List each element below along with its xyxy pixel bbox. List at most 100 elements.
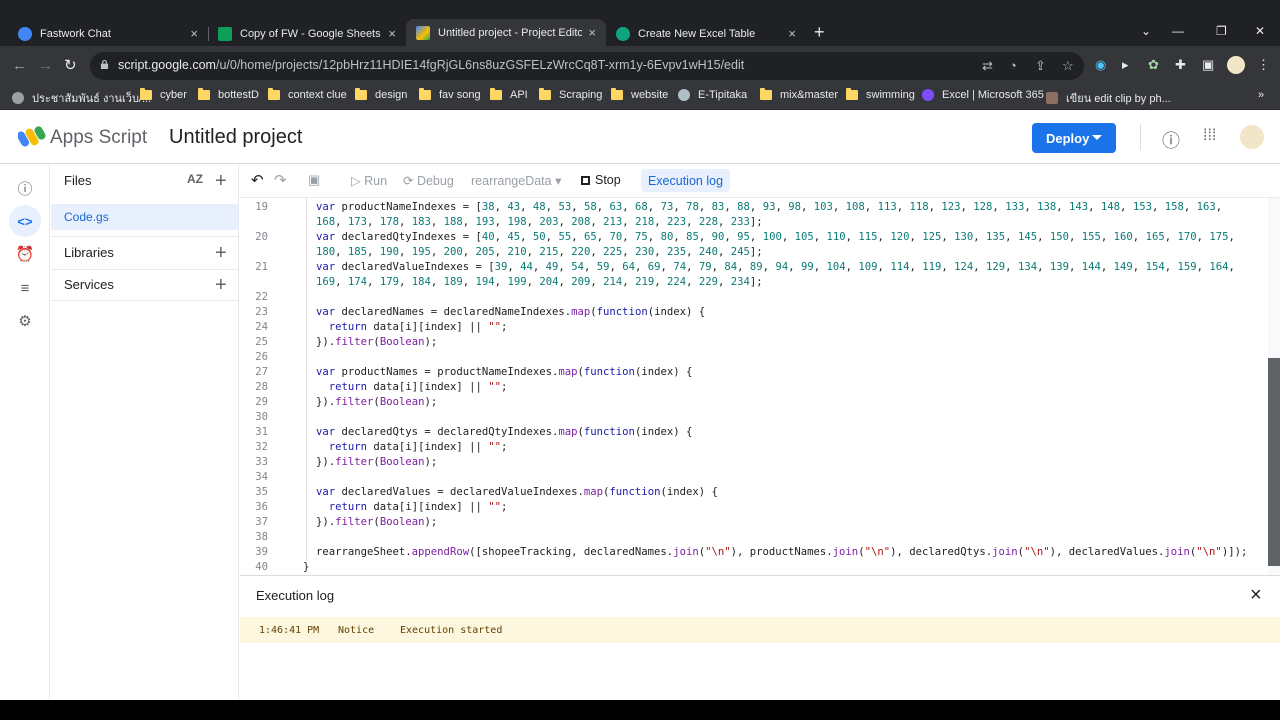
screen-bottom-bar	[0, 700, 1280, 720]
file-code-gs[interactable]: Code.gs	[64, 210, 109, 224]
code-line[interactable]: var declaredQtyIndexes = [40, 45, 50, 55…	[316, 231, 1235, 243]
line-number: 19	[255, 201, 268, 213]
bookmark-item[interactable]: E-Tipitaka	[678, 89, 747, 101]
code-line[interactable]: }).filter(Boolean);	[316, 336, 437, 348]
extensions-puzzle-icon[interactable]: ✚	[1175, 57, 1186, 73]
close-tab-icon[interactable]: ×	[190, 26, 198, 41]
code-line[interactable]: }	[303, 561, 309, 573]
tab-fastwork-chat[interactable]: Fastwork Chat ×	[8, 21, 208, 46]
bookmark-folder[interactable]: mix&master	[760, 88, 838, 101]
execution-log-button[interactable]: Execution log	[641, 169, 730, 192]
bookmark-folder[interactable]: bottestD	[198, 88, 259, 101]
share-icon[interactable]: ⇪	[1035, 58, 1046, 74]
bookmark-item[interactable]: Excel | Microsoft 365	[922, 89, 1044, 101]
undo-icon[interactable]: ↶	[251, 171, 264, 189]
extension-play-icon[interactable]: ▸	[1122, 57, 1129, 73]
tab-project-editor[interactable]: Untitled project - Project Editor - ×	[406, 19, 606, 46]
code-line[interactable]: var declaredQtys = declaredQtyIndexes.ma…	[316, 426, 692, 438]
line-number: 21	[255, 261, 268, 273]
deploy-button[interactable]: Deploy	[1032, 123, 1116, 153]
apps-grid-icon[interactable]: ⁞⁞⁞	[1203, 127, 1216, 145]
globe-icon	[12, 92, 24, 104]
code-line[interactable]: return data[i][index] || "";	[316, 381, 508, 393]
bookmark-folder[interactable]: Scraping	[539, 88, 602, 101]
executions-icon[interactable]: ≡	[13, 276, 37, 300]
browser-menu-icon[interactable]: ⋮	[1257, 57, 1270, 73]
sort-az-icon[interactable]: AZ	[187, 172, 203, 186]
run-button[interactable]: ▷ Run	[351, 173, 387, 188]
code-line[interactable]: 180, 185, 190, 195, 200, 205, 210, 215, …	[316, 246, 763, 258]
code-line[interactable]: 169, 174, 179, 184, 189, 194, 199, 204, …	[316, 276, 763, 288]
overview-icon[interactable]: ⓘ	[13, 176, 37, 200]
extension-shazam-icon[interactable]: ◉	[1095, 57, 1106, 73]
code-line[interactable]: var declaredValueIndexes = [39, 44, 49, …	[316, 261, 1235, 273]
code-line[interactable]: }).filter(Boolean);	[316, 456, 437, 468]
code-line[interactable]: 168, 173, 178, 183, 188, 193, 198, 203, …	[316, 216, 763, 228]
line-number: 31	[255, 426, 268, 438]
bookmark-folder[interactable]: cyber	[140, 88, 187, 101]
code-line[interactable]: var productNameIndexes = [38, 43, 48, 53…	[316, 201, 1222, 213]
code-line[interactable]: }).filter(Boolean);	[316, 516, 437, 528]
more-bookmarks-icon[interactable]: »	[1258, 89, 1264, 101]
code-line[interactable]: var declaredNames = declaredNameIndexes.…	[316, 306, 705, 318]
bookmark-folder[interactable]: fav song	[419, 88, 481, 101]
add-library-icon[interactable]: +	[215, 243, 227, 263]
close-tab-icon[interactable]: ×	[588, 25, 596, 40]
bookmark-folder[interactable]: website	[611, 88, 668, 101]
new-tab-button[interactable]: +	[814, 22, 825, 43]
performance-icon[interactable]: ◔	[1009, 58, 1017, 73]
bookmark-folder[interactable]: API	[490, 88, 528, 101]
chatgpt-icon	[616, 26, 630, 41]
bookmark-item[interactable]: เขียน edit clip by ph...	[1046, 89, 1171, 107]
tab-create-excel-table[interactable]: Create New Excel Table ×	[606, 21, 806, 46]
bookmark-folder[interactable]: context clue	[268, 88, 347, 101]
bookmark-folder[interactable]: swimming	[846, 88, 915, 101]
editor-icon[interactable]: <>	[9, 205, 41, 237]
save-icon[interactable]: ▣	[308, 172, 320, 188]
bookmark-folder[interactable]: design	[355, 88, 407, 101]
code-line[interactable]: return data[i][index] || "";	[316, 321, 508, 333]
close-tab-icon[interactable]: ×	[388, 26, 396, 41]
maximize-icon[interactable]: ❐	[1216, 24, 1227, 38]
tab-google-sheets[interactable]: Copy of FW - Google Sheets ×	[208, 21, 406, 46]
profile-avatar[interactable]	[1227, 56, 1245, 74]
apps-script-logo[interactable]	[18, 125, 46, 149]
code-line[interactable]: var declaredValues = declaredValueIndexe…	[316, 486, 718, 498]
code-editor[interactable]: 19 var productNameIndexes = [38, 43, 48, …	[240, 198, 1268, 575]
add-service-icon[interactable]: +	[215, 275, 227, 295]
code-line[interactable]: return data[i][index] || "";	[316, 501, 508, 513]
code-line[interactable]: return data[i][index] || "";	[316, 441, 508, 453]
close-log-icon[interactable]: ×	[1250, 584, 1262, 607]
side-panel-icon[interactable]: ▣	[1202, 57, 1214, 73]
triggers-alarm-icon[interactable]: ⏰	[13, 242, 37, 266]
reload-icon[interactable]: ↻	[64, 56, 77, 74]
line-number: 38	[255, 531, 268, 543]
add-file-icon[interactable]: +	[215, 171, 227, 191]
bookmark-star-icon[interactable]: ☆	[1062, 58, 1074, 74]
settings-gear-icon[interactable]: ⚙	[13, 309, 37, 333]
tab-search-icon[interactable]: ⌄	[1141, 24, 1151, 38]
minimize-icon[interactable]: —	[1172, 24, 1184, 38]
code-line[interactable]: }).filter(Boolean);	[316, 396, 437, 408]
redo-icon[interactable]: ↷	[274, 171, 287, 189]
help-icon[interactable]: ⓘ	[1162, 127, 1180, 153]
close-tab-icon[interactable]: ×	[788, 26, 796, 41]
extension-leaf-icon[interactable]: ✿	[1148, 57, 1159, 73]
bookmark-label: swimming	[866, 89, 915, 101]
header-divider	[1140, 124, 1141, 150]
code-line[interactable]: var productNames = productNameIndexes.ma…	[316, 366, 692, 378]
function-select[interactable]: rearrangeData ▾	[471, 173, 561, 188]
code-line[interactable]: rearrangeSheet.appendRow([shopeeTracking…	[316, 546, 1247, 558]
window-close-icon[interactable]: ✕	[1255, 24, 1265, 38]
divider	[51, 300, 238, 301]
project-title[interactable]: Untitled project	[169, 126, 302, 149]
editor-scroll-thumb[interactable]	[1268, 358, 1280, 566]
url-text[interactable]: script.google.com/u/0/home/projects/12pb…	[118, 58, 744, 72]
translate-icon[interactable]: ⇄	[982, 58, 993, 74]
debug-button[interactable]: ⟳ Debug	[403, 173, 454, 188]
bookmark-item[interactable]: ประชาสัมพันธ์ งานเว็บ/...	[12, 89, 151, 107]
forward-icon[interactable]: →	[38, 57, 53, 74]
account-avatar[interactable]	[1240, 125, 1264, 149]
back-icon[interactable]: ←	[12, 57, 27, 74]
stop-button[interactable]: Stop	[595, 173, 621, 187]
